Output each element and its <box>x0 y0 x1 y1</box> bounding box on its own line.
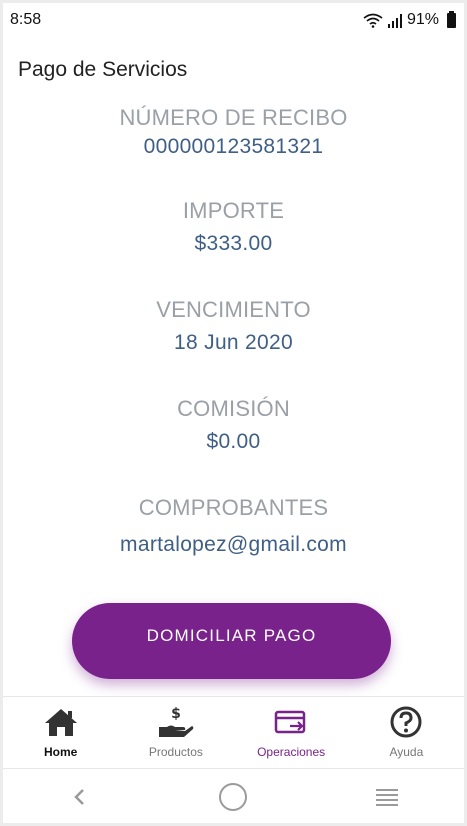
status-indicators: 91% <box>363 10 456 29</box>
nav-label-operaciones: Operaciones <box>257 745 326 759</box>
fee-field: COMISIÓN $0.00 <box>3 396 464 454</box>
signal-icon <box>387 12 403 28</box>
svg-text:$: $ <box>171 706 181 722</box>
fee-label: COMISIÓN <box>177 396 290 421</box>
nav-label-home: Home <box>43 745 78 759</box>
home-icon <box>41 705 81 739</box>
due-date-label: VENCIMIENTO <box>156 297 311 322</box>
nav-item-operaciones[interactable]: Operaciones <box>234 697 349 768</box>
home-circle-icon[interactable] <box>203 777 263 817</box>
receipts-field: COMPROBANTES martalopez@gmail.com <box>3 495 464 557</box>
battery-icon <box>447 10 456 28</box>
status-bar: 8:58 91% <box>3 3 464 37</box>
domiciliar-pago-button[interactable]: DOMICILIAR PAGO <box>72 603 391 679</box>
receipt-number-label: NÚMERO DE RECIBO <box>119 105 348 130</box>
receipts-label: COMPROBANTES <box>138 495 329 520</box>
nav-label-ayuda: Ayuda <box>389 745 424 759</box>
nav-item-ayuda[interactable]: Ayuda <box>349 697 464 768</box>
due-date-field: VENCIMIENTO 18 Jun 2020 <box>3 297 464 355</box>
receipt-number-field: NÚMERO DE RECIBO 000000123581321 <box>3 105 464 159</box>
page-title: Pago de Servicios <box>18 58 188 81</box>
system-navigation-bar <box>3 770 464 823</box>
amount-field: IMPORTE $333.00 <box>3 198 464 256</box>
nav-item-productos[interactable]: $ Productos <box>118 697 233 768</box>
phone-screen: 8:58 91% Pago de Servicios NÚMERO DE REC… <box>3 3 464 823</box>
receipt-number-value: 000000123581321 <box>143 135 324 158</box>
help-icon <box>386 705 426 739</box>
amount-value: $333.00 <box>194 232 273 255</box>
nav-label-productos: Productos <box>148 745 203 759</box>
fee-value: $0.00 <box>206 430 261 453</box>
amount-label: IMPORTE <box>182 198 285 223</box>
battery-percent: 91% <box>406 11 439 28</box>
status-time: 8:58 <box>10 11 42 28</box>
receipts-email-value: martalopez@gmail.com <box>120 533 347 556</box>
due-date-value: 18 Jun 2020 <box>174 331 293 354</box>
nav-item-home[interactable]: Home <box>3 697 118 768</box>
back-icon[interactable] <box>50 777 110 817</box>
card-transfer-icon <box>271 705 311 739</box>
bottom-navigation: Home $ Productos Operaciones Ayuda <box>3 696 464 769</box>
wifi-icon <box>363 12 383 28</box>
recent-apps-icon[interactable] <box>357 777 417 817</box>
hand-dollar-icon: $ <box>156 705 196 739</box>
